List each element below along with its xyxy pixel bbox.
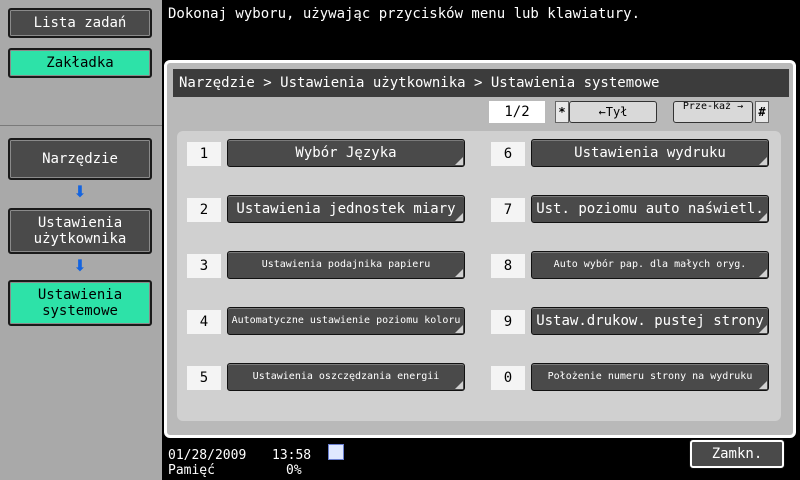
- forward-button[interactable]: Prze-każ →: [673, 101, 753, 123]
- settings-grid: 1 Wybór Języka 2 Ustawienia jednostek mi…: [177, 131, 781, 421]
- status-bar: 01/28/2009 13:58 Pamięć 0%: [162, 438, 682, 480]
- memory-value: 0%: [286, 463, 302, 478]
- sidebar: Lista zadań Zakładka Narzędzie ⬇ Ustawie…: [0, 0, 162, 480]
- instruction-message: Dokonaj wyboru, używając przycisków menu…: [162, 0, 800, 58]
- item-number: 2: [187, 198, 221, 222]
- auto-paper-small-originals-button[interactable]: Auto wybór pap. dla małych oryg.: [531, 251, 769, 279]
- back-button[interactable]: ←Tył: [569, 101, 657, 123]
- main-panel: Narzędzie > Ustawienia użytkownika > Ust…: [164, 60, 796, 438]
- arrow-down-icon: ⬇: [73, 182, 87, 201]
- item-number: 0: [491, 366, 525, 390]
- breadcrumb: Narzędzie > Ustawienia użytkownika > Ust…: [173, 69, 789, 97]
- back-key-label: *: [555, 101, 569, 123]
- job-list-button[interactable]: Lista zadań: [8, 8, 152, 38]
- network-icon: [328, 444, 344, 460]
- step-tool-button[interactable]: Narzędzie: [8, 138, 152, 180]
- item-number: 7: [491, 198, 525, 222]
- print-settings-button[interactable]: Ustawienia wydruku: [531, 139, 769, 167]
- language-selection-button[interactable]: Wybór Języka: [227, 139, 465, 167]
- item-number: 3: [187, 254, 221, 278]
- item-number: 6: [491, 142, 525, 166]
- energy-saving-button[interactable]: Ustawienia oszczędzania energii: [227, 363, 465, 391]
- step-user-settings-button[interactable]: Ustawienia użytkownika: [8, 208, 152, 254]
- page-indicator: 1/2: [489, 101, 545, 123]
- bookmark-button[interactable]: Zakładka: [8, 48, 152, 78]
- status-date: 01/28/2009: [168, 448, 247, 463]
- step-system-settings-button[interactable]: Ustawienia systemowe: [8, 280, 152, 326]
- forward-key-label: #: [755, 101, 769, 123]
- item-number: 9: [491, 310, 525, 334]
- blank-page-print-button[interactable]: Ustaw.drukow. pustej strony: [531, 307, 769, 335]
- item-number: 8: [491, 254, 525, 278]
- unit-settings-button[interactable]: Ustawienia jednostek miary: [227, 195, 465, 223]
- paper-tray-settings-button[interactable]: Ustawienia podajnika papieru: [227, 251, 465, 279]
- item-number: 1: [187, 142, 221, 166]
- memory-label: Pamięć: [168, 463, 215, 478]
- page-number-position-button[interactable]: Położenie numeru strony na wydruku: [531, 363, 769, 391]
- close-button[interactable]: Zamkn.: [690, 440, 784, 468]
- item-number: 4: [187, 310, 221, 334]
- auto-color-level-button[interactable]: Automatyczne ustawienie poziomu koloru: [227, 307, 465, 335]
- status-time: 13:58: [272, 448, 312, 463]
- arrow-down-icon: ⬇: [73, 256, 87, 275]
- item-number: 5: [187, 366, 221, 390]
- auto-exposure-level-button[interactable]: Ust. poziomu auto naświetl.: [531, 195, 769, 223]
